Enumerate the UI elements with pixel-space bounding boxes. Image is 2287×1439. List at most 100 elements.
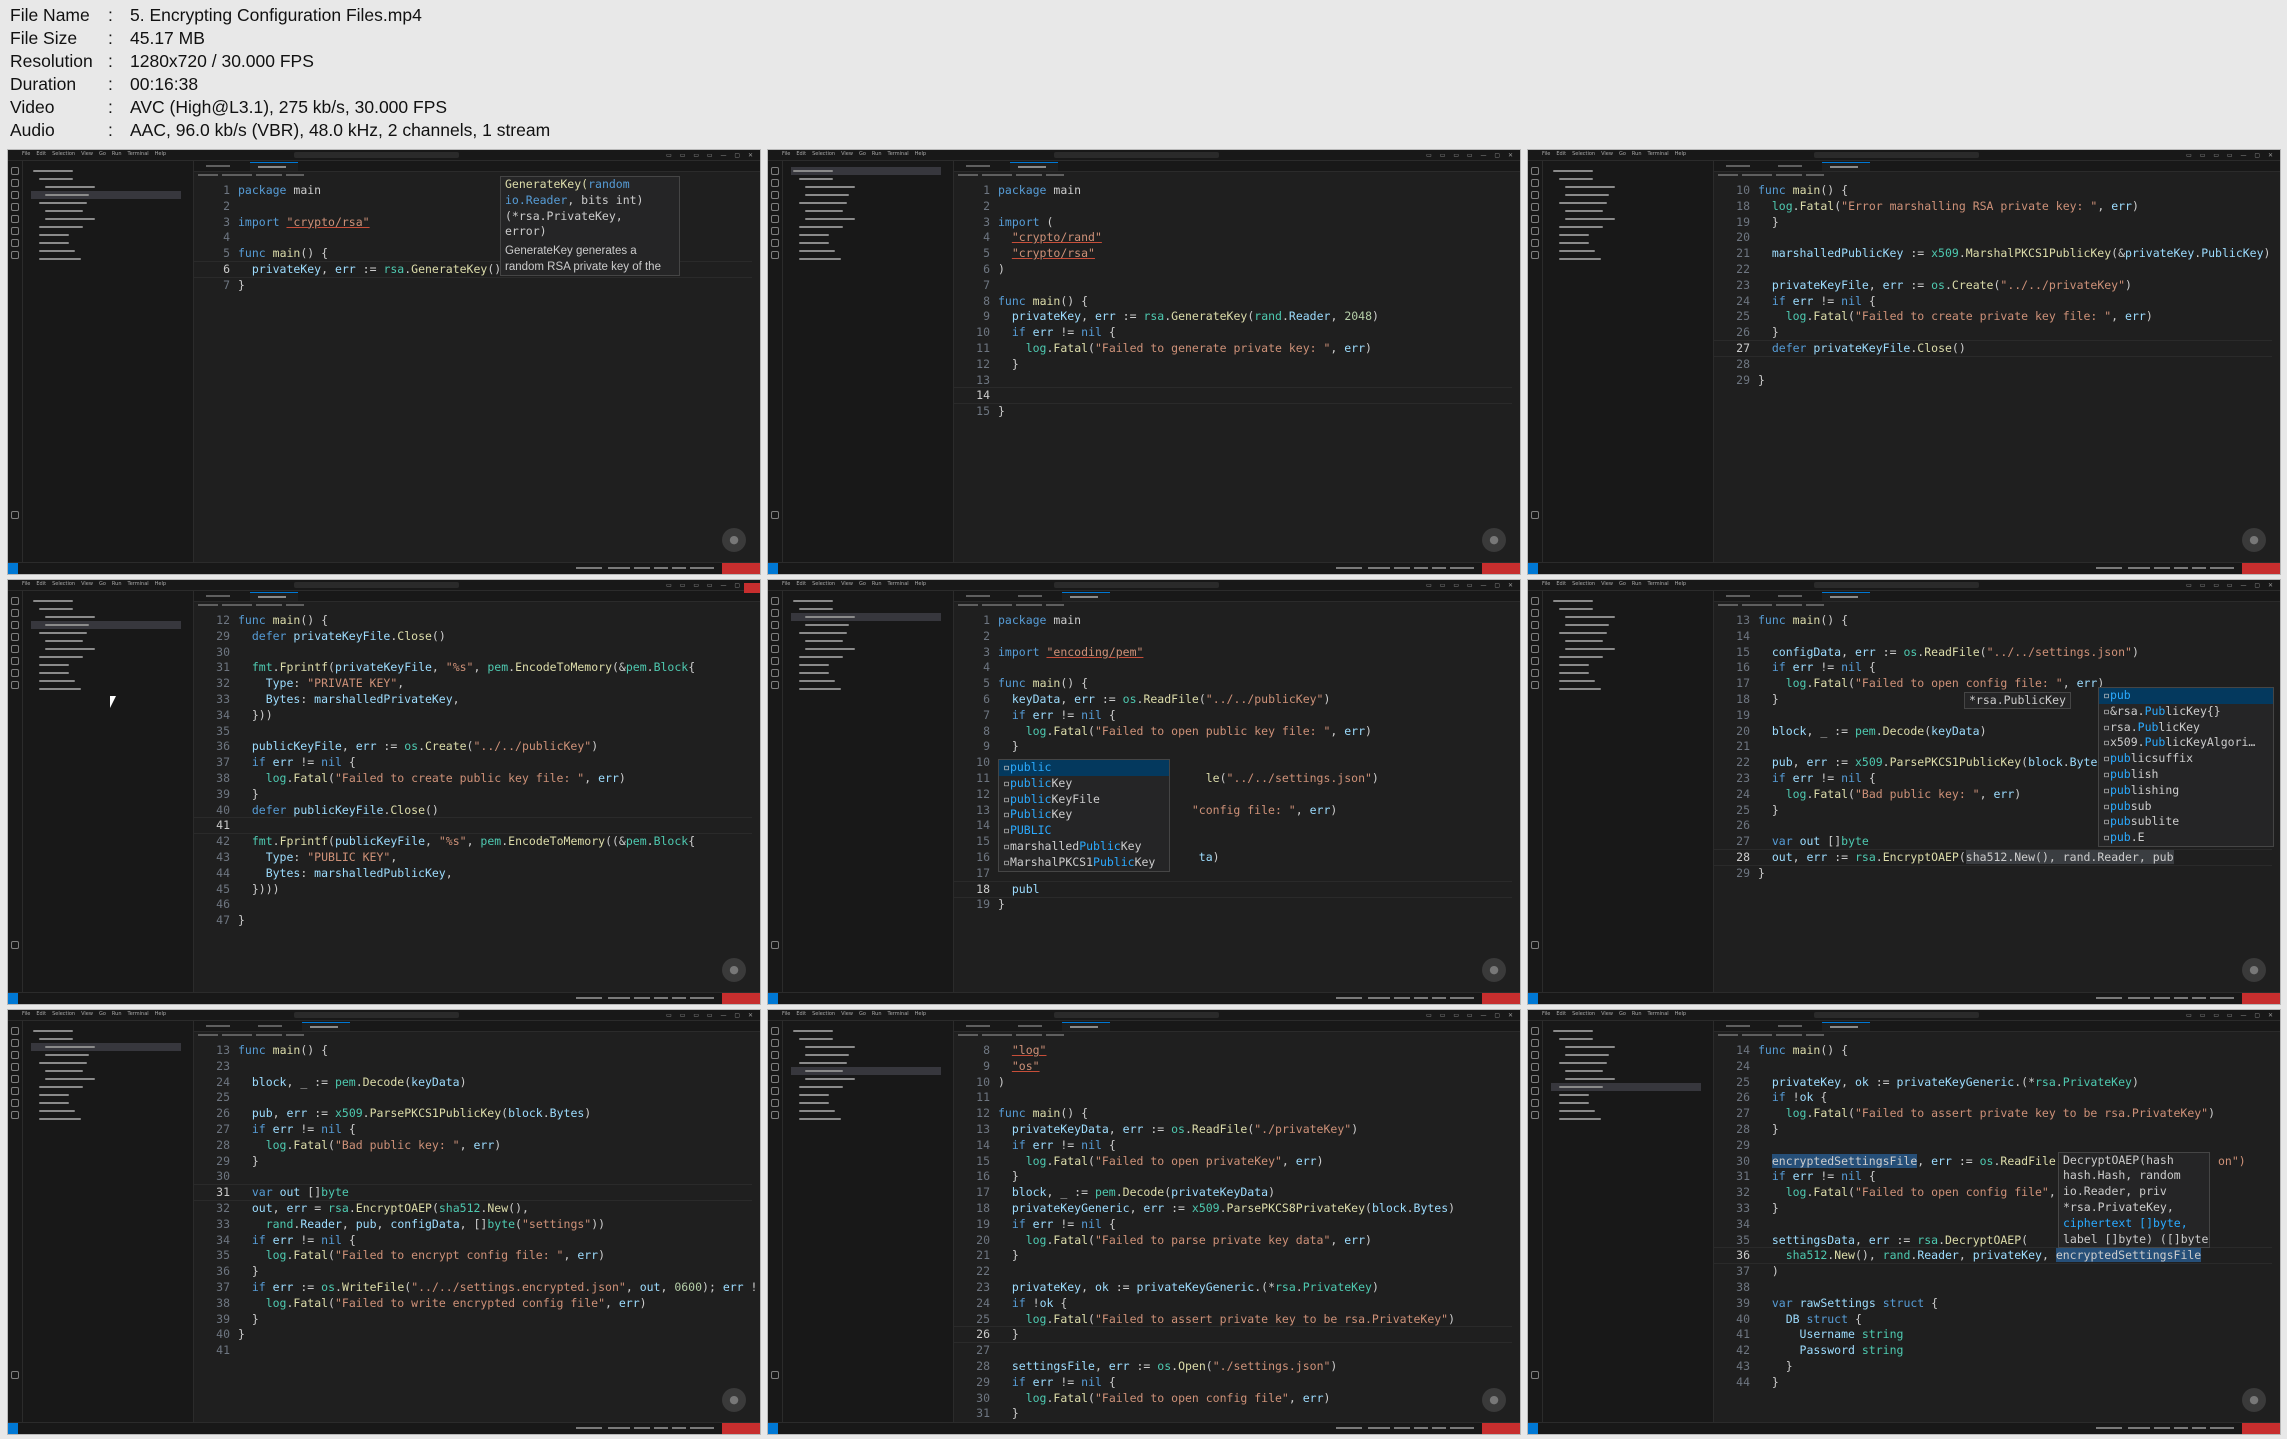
menu-item[interactable]: Terminal: [888, 1011, 909, 1017]
tree-item[interactable]: [31, 1043, 181, 1051]
editor-tab[interactable]: [1822, 162, 1870, 171]
menu-item[interactable]: Edit: [36, 1011, 46, 1017]
command-center-search[interactable]: [1813, 582, 1980, 588]
tree-item[interactable]: [791, 1115, 941, 1123]
tree-item[interactable]: [791, 1043, 941, 1051]
search-icon[interactable]: [1531, 609, 1539, 617]
run-debug-icon[interactable]: [1531, 203, 1539, 211]
suggestion-item[interactable]: ▫pub: [2099, 688, 2273, 704]
menu-item[interactable]: View: [1601, 1011, 1613, 1017]
suggestion-item[interactable]: ▫x509.PublicKeyAlgori…: [2099, 735, 2273, 751]
tree-item[interactable]: [1551, 637, 1701, 645]
tree-item[interactable]: [1551, 239, 1701, 247]
menu-item[interactable]: Selection: [1572, 151, 1595, 157]
explorer-icon[interactable]: [1531, 1027, 1539, 1035]
tree-item[interactable]: [1551, 1091, 1701, 1099]
explorer-icon[interactable]: [11, 597, 19, 605]
tree-item[interactable]: [791, 629, 941, 637]
menu-item[interactable]: Go: [99, 1011, 106, 1017]
docker-icon[interactable]: [11, 681, 19, 689]
search-icon[interactable]: [11, 179, 19, 187]
tree-item[interactable]: [1551, 255, 1701, 263]
menu-item[interactable]: Edit: [796, 151, 806, 157]
menu-item[interactable]: Terminal: [1648, 151, 1669, 157]
menu-item[interactable]: Terminal: [1648, 1011, 1669, 1017]
tree-item[interactable]: [1551, 223, 1701, 231]
problems-indicator[interactable]: [1482, 1423, 1520, 1434]
editor-tab[interactable]: [1062, 592, 1110, 601]
remote-indicator[interactable]: [768, 993, 778, 1004]
settings-icon[interactable]: [11, 1371, 19, 1379]
tree-item[interactable]: [1551, 597, 1701, 605]
tree-item[interactable]: [791, 255, 941, 263]
menu-item[interactable]: Go: [859, 1011, 866, 1017]
extensions-icon[interactable]: [771, 645, 779, 653]
menu-item[interactable]: Edit: [1556, 151, 1566, 157]
tree-item[interactable]: [1551, 1067, 1701, 1075]
code-editor[interactable]: 1 package main 2 3 import "crypto/rsa" 4 5 func…: [194, 176, 752, 562]
code-editor[interactable]: 13 func main() {14 15 configData, err := o…: [1714, 610, 2274, 992]
menu-item[interactable]: Run: [112, 581, 122, 587]
editor-tab[interactable]: [1010, 592, 1058, 600]
tree-item[interactable]: [791, 247, 941, 255]
tree-item[interactable]: [31, 597, 181, 605]
tree-item[interactable]: [791, 223, 941, 231]
search-icon[interactable]: [771, 609, 779, 617]
autocomplete-popup[interactable]: ▫pub ▫&rsa.PublicKey{} ▫rsa.PublicKey ▫x509…: [2098, 687, 2274, 847]
settings-icon[interactable]: [771, 511, 779, 519]
editor-tab[interactable]: [1770, 162, 1818, 170]
menu-item[interactable]: Go: [99, 151, 106, 157]
docker-icon[interactable]: [771, 681, 779, 689]
tree-item[interactable]: [31, 1099, 181, 1107]
tree-item[interactable]: [1551, 183, 1701, 191]
editor-tab[interactable]: [1770, 1022, 1818, 1030]
menu-item[interactable]: Run: [112, 151, 122, 157]
tree-item[interactable]: [31, 661, 181, 669]
problems-indicator[interactable]: [2242, 563, 2280, 574]
window-controls[interactable]: ▭ ▭ ▭ ▭ — ▢ ✕: [666, 152, 756, 159]
tree-item[interactable]: [1551, 247, 1701, 255]
remote-icon[interactable]: [11, 1087, 19, 1095]
suggestion-item[interactable]: ▫pub.E: [2099, 830, 2273, 846]
tree-item[interactable]: [31, 605, 181, 613]
remote-icon[interactable]: [771, 227, 779, 235]
source-control-icon[interactable]: [771, 1051, 779, 1059]
tree-item[interactable]: [31, 685, 181, 693]
window-controls[interactable]: ▭ ▭ ▭ ▭ — ▢ ✕: [1426, 152, 1516, 159]
tree-item[interactable]: [1551, 231, 1701, 239]
tree-item[interactable]: [31, 645, 181, 653]
tree-item[interactable]: [31, 629, 181, 637]
suggestion-item[interactable]: ▫PublicKey: [999, 807, 1169, 823]
menu-item[interactable]: Selection: [812, 151, 835, 157]
suggestion-item[interactable]: ▫pubsublite: [2099, 814, 2273, 830]
menu-item[interactable]: Help: [155, 1011, 166, 1017]
menu-item[interactable]: View: [1601, 581, 1613, 587]
tree-item[interactable]: [31, 1075, 181, 1083]
command-center-search[interactable]: [293, 152, 460, 158]
testing-icon[interactable]: [771, 669, 779, 677]
remote-indicator[interactable]: [768, 563, 778, 574]
menu-item[interactable]: Edit: [36, 581, 46, 587]
menu-item[interactable]: File: [22, 151, 30, 157]
menu-item[interactable]: Help: [155, 151, 166, 157]
run-debug-icon[interactable]: [11, 203, 19, 211]
explorer-icon[interactable]: [11, 167, 19, 175]
remote-icon[interactable]: [11, 227, 19, 235]
suggestion-item[interactable]: ▫publicsuffix: [2099, 751, 2273, 767]
menu-item[interactable]: File: [1542, 1011, 1550, 1017]
menu-item[interactable]: Selection: [1572, 1011, 1595, 1017]
tree-item[interactable]: [791, 183, 941, 191]
tree-item[interactable]: [1551, 621, 1701, 629]
tree-item[interactable]: [1551, 175, 1701, 183]
tree-item[interactable]: [791, 621, 941, 629]
command-center-search[interactable]: [293, 1012, 460, 1018]
suggestion-item[interactable]: ▫&rsa.PublicKey{}: [2099, 704, 2273, 720]
testing-icon[interactable]: [11, 1099, 19, 1107]
testing-icon[interactable]: [771, 239, 779, 247]
testing-icon[interactable]: [771, 1099, 779, 1107]
code-editor[interactable]: 12 func main() {29 defer privateKeyFile.C…: [194, 610, 752, 992]
settings-icon[interactable]: [1531, 511, 1539, 519]
suggestion-item[interactable]: ▫publicKey: [999, 776, 1169, 792]
command-center-search[interactable]: [293, 582, 460, 588]
testing-icon[interactable]: [1531, 239, 1539, 247]
